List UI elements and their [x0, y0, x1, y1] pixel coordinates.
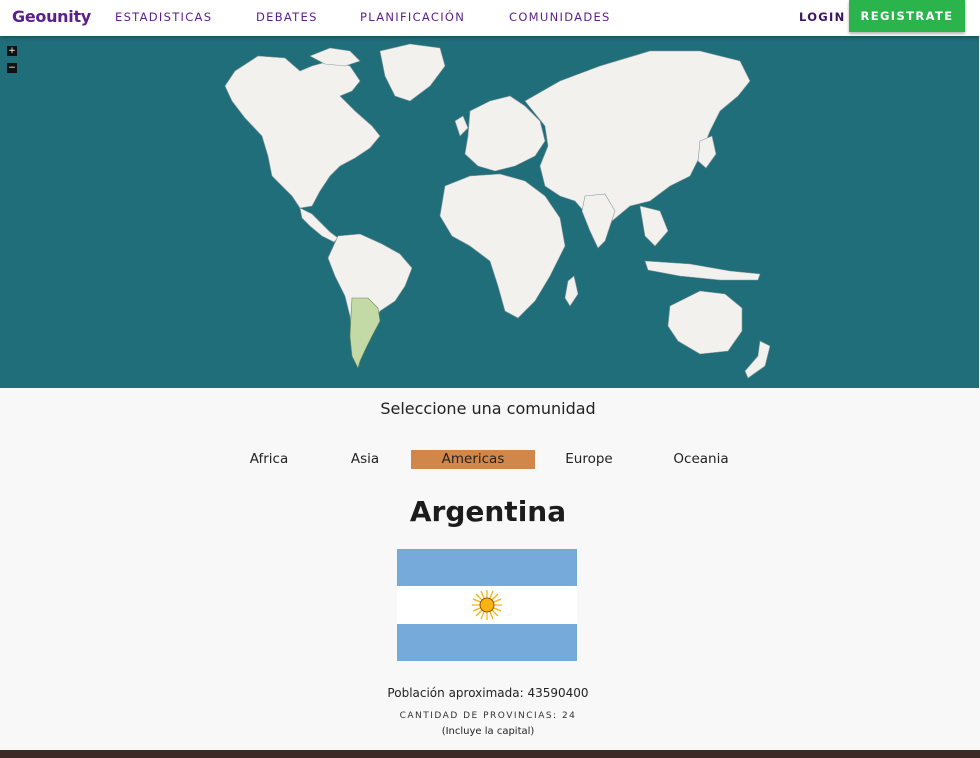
southeast-asia-land [639, 205, 669, 247]
new-zealand-land [744, 340, 771, 379]
argentina-highlight [349, 297, 381, 369]
register-button[interactable]: REGISTRATE [849, 0, 965, 32]
top-navbar: Geounity ESTADISTICAS DEBATES PLANIFICAC… [0, 0, 980, 36]
community-selector-title: Seleccione una comunidad [380, 399, 596, 418]
flag-bottom-stripe [397, 623, 577, 661]
tab-asia[interactable]: Asia [322, 450, 408, 469]
world-map-svg[interactable] [0, 36, 979, 388]
greenland-land [379, 43, 446, 102]
login-link[interactable]: LOGIN [799, 10, 846, 24]
japan-land [697, 135, 717, 169]
indonesia-land [644, 260, 761, 281]
australia-land [667, 290, 743, 355]
uk-land [454, 115, 469, 137]
brand-logo[interactable]: Geounity [12, 7, 91, 26]
arctic-islands-land [309, 47, 361, 67]
nav-debates[interactable]: DEBATES [256, 10, 318, 24]
world-map[interactable]: + − [0, 36, 979, 388]
nav-estadisticas[interactable]: ESTADISTICAS [115, 10, 212, 24]
country-name: Argentina [409, 495, 567, 528]
tab-americas[interactable]: Americas [411, 450, 535, 469]
flag-top-stripe [397, 549, 577, 587]
provinces-count: CANTIDAD DE PROVINCIAS: 24 [399, 711, 577, 721]
tab-europe[interactable]: Europe [545, 450, 633, 469]
sun-of-may-icon [472, 590, 502, 620]
footer-bar [0, 750, 980, 758]
nav-planificacion[interactable]: PLANIFICACIÓN [360, 10, 465, 24]
capital-note: (Incluye la capital) [441, 726, 535, 737]
asia-land [524, 50, 751, 237]
population-text: Población aproximada: 43590400 [387, 686, 589, 700]
india-land [581, 193, 616, 249]
madagascar-land [564, 275, 579, 307]
tab-africa[interactable]: Africa [226, 450, 312, 469]
country-flag [397, 549, 577, 661]
nav-comunidades[interactable]: COMUNIDADES [509, 10, 611, 24]
zoom-out-button[interactable]: − [7, 63, 17, 73]
central-america-land [299, 207, 339, 243]
tab-oceania[interactable]: Oceania [655, 450, 747, 469]
africa-land [439, 173, 566, 319]
north-america-land [224, 55, 381, 209]
zoom-in-button[interactable]: + [7, 46, 17, 56]
community-tabs: Africa Asia Americas Europe Oceania [0, 450, 980, 470]
